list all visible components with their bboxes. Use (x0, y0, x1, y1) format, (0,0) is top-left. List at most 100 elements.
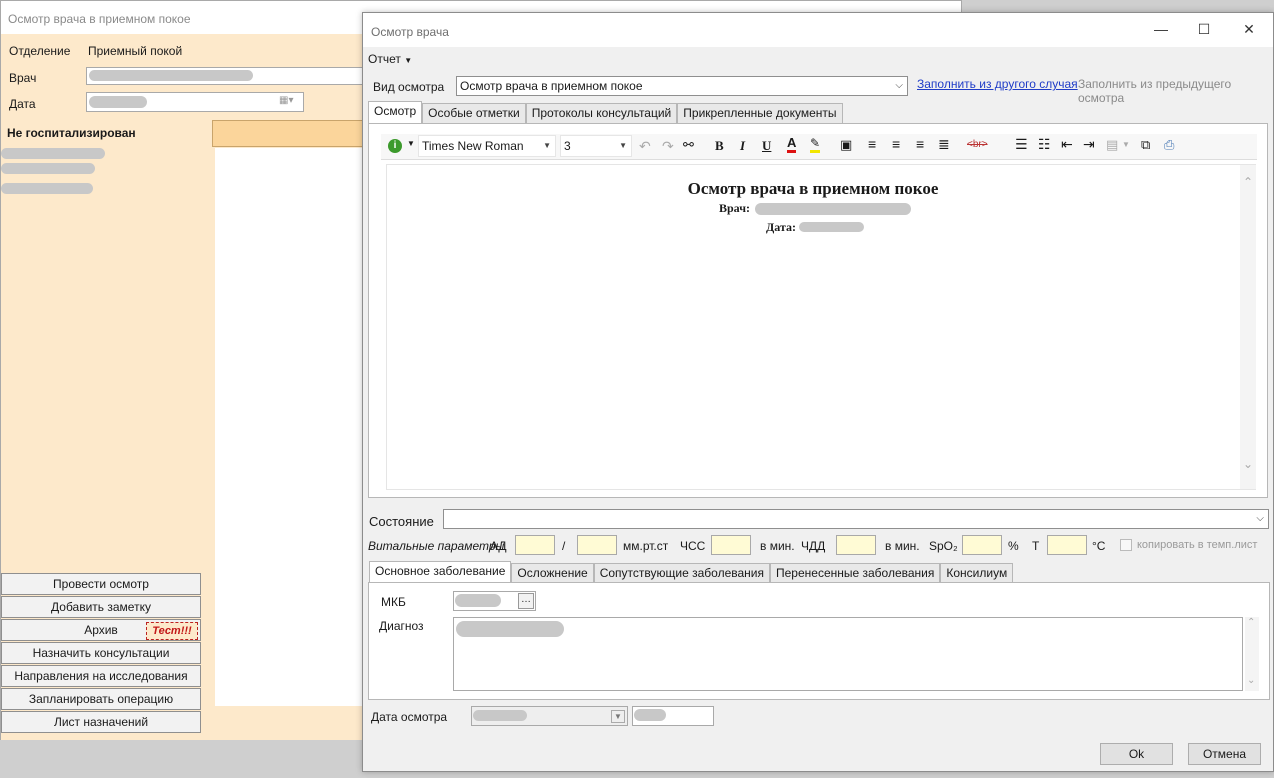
tab-main-disease[interactable]: Основное заболевание (369, 561, 512, 583)
bp-systolic-input[interactable] (515, 535, 555, 555)
chevron-down-icon: ⌵ (895, 80, 903, 91)
table-icon[interactable]: ▤ (1106, 137, 1118, 153)
document-doctor-label: Врач: (719, 201, 750, 215)
scroll-up-icon[interactable]: ⌃ (1243, 175, 1253, 189)
plan-operation-button[interactable]: Запланировать операцию (1, 688, 201, 710)
assign-consultations-button[interactable]: Назначить консультации (1, 642, 201, 664)
fill-from-previous-exam-link[interactable]: Заполнить из предыдущего осмотра (1078, 77, 1273, 105)
outdent-icon[interactable]: ⇤ (1061, 136, 1073, 153)
align-right-icon[interactable]: ≡ (916, 136, 924, 152)
date-field[interactable]: ▦▾ (86, 92, 304, 112)
font-size-select[interactable]: 3 ▼ (560, 135, 632, 157)
tab-exam[interactable]: Осмотр (368, 101, 423, 123)
tab-concomitant-diseases[interactable]: Сопутствующие заболевания (593, 563, 770, 583)
add-note-button[interactable]: Добавить заметку (1, 596, 201, 618)
highlight-icon[interactable]: ✎ (810, 136, 821, 153)
image-icon[interactable]: ▣ (840, 137, 852, 153)
report-menu[interactable]: Отчет ▼ (368, 52, 412, 66)
conduct-exam-button[interactable]: Провести осмотр (1, 573, 201, 595)
redacted-info-3 (1, 183, 93, 194)
tab-consultation-protocols[interactable]: Протоколы консультаций (525, 103, 678, 123)
bullet-list-icon[interactable]: ☷ (1038, 136, 1051, 153)
chevron-down-icon[interactable]: ▼ (1122, 140, 1130, 149)
tab-attached-documents[interactable]: Прикрепленные документы (677, 103, 843, 123)
mkb-field[interactable]: … (453, 591, 536, 611)
redacted-document-date (799, 222, 864, 232)
scroll-down-icon[interactable]: ⌄ (1243, 457, 1253, 471)
tab-special-notes[interactable]: Особые отметки (422, 103, 526, 123)
redacted-doctor (89, 70, 253, 81)
report-menu-label: Отчет (368, 52, 401, 66)
prescriptions-sheet-button[interactable]: Лист назначений (1, 711, 201, 733)
chevron-down-icon[interactable]: ▼ (407, 139, 415, 148)
copy-to-temp-sheet-label: копировать в темп.лист (1137, 539, 1258, 551)
heart-rate-input[interactable] (711, 535, 751, 555)
calendar-icon[interactable]: ▦▾ (279, 95, 293, 106)
minimize-icon[interactable]: — (1151, 21, 1171, 37)
numbered-list-icon[interactable]: ☰ (1015, 136, 1028, 153)
editor-panel: i ▼ Times New Roman ▼ 3 ▼ ↶ ↷ ⚯ B I U A … (368, 123, 1268, 498)
doctor-exam-dialog: Осмотр врача — ☐ ✕ Отчет ▼ Вид осмотра О… (362, 12, 1274, 772)
italic-icon[interactable]: I (740, 138, 745, 154)
redacted-document-doctor (755, 203, 911, 215)
exam-time-field[interactable] (632, 706, 714, 726)
state-select[interactable]: ⌵ (443, 509, 1269, 529)
exam-date-select[interactable]: ▼ (471, 706, 628, 726)
indent-icon[interactable]: ⇥ (1083, 136, 1095, 153)
bp-slash: / (562, 539, 566, 553)
exam-date-label: Дата осмотра (371, 710, 448, 724)
doctor-field[interactable] (86, 67, 363, 85)
events-list (215, 148, 363, 706)
tab-past-diseases[interactable]: Перенесенные заболевания (770, 563, 941, 583)
exam-tabs: Осмотр Особые отметки Протоколы консульт… (368, 101, 843, 125)
redacted-date (89, 96, 147, 108)
redacted-info-2 (1, 163, 95, 174)
document-date-label: Дата: (766, 220, 796, 234)
tab-consilium[interactable]: Консилиум (940, 563, 1014, 583)
exam-type-select[interactable]: Осмотр врача в приемном покое ⌵ (456, 76, 908, 96)
find-icon[interactable]: ⚯ (683, 137, 694, 153)
redacted-info-1 (1, 148, 105, 159)
tab-complication[interactable]: Осложнение (511, 563, 594, 583)
scroll-up-icon[interactable]: ⌃ (1247, 617, 1255, 628)
copy-to-temp-sheet-checkbox[interactable] (1120, 539, 1132, 551)
exam-type-label: Вид осмотра (373, 80, 445, 94)
info-icon[interactable]: i (388, 139, 402, 153)
resp-rate-input[interactable] (836, 535, 876, 555)
redo-icon[interactable]: ↷ (662, 138, 674, 155)
font-color-icon[interactable]: A (787, 136, 797, 153)
cancel-button[interactable]: Отмена (1188, 743, 1261, 765)
chevron-down-icon[interactable]: ▼ (611, 710, 625, 723)
diagnosis-scrollbar[interactable]: ⌃ ⌄ (1245, 617, 1259, 691)
ok-button[interactable]: Ok (1100, 743, 1173, 765)
close-icon[interactable]: ✕ (1239, 21, 1259, 38)
bp-diastolic-input[interactable] (577, 535, 617, 555)
heart-rate-label: ЧСС (680, 539, 706, 553)
maximize-icon[interactable]: ☐ (1194, 21, 1214, 38)
bold-icon[interactable]: B (715, 138, 724, 154)
research-referrals-button[interactable]: Направления на исследования (1, 665, 201, 687)
scroll-down-icon[interactable]: ⌄ (1247, 675, 1255, 686)
bp-label: АД (490, 539, 507, 553)
dialog-title: Осмотр врача (371, 25, 449, 39)
test-badge: Тест!!! (146, 622, 198, 640)
undo-icon[interactable]: ↶ (639, 138, 651, 155)
font-family-select[interactable]: Times New Roman ▼ (418, 135, 556, 157)
document-scrollbar[interactable]: ⌃ ⌄ (1240, 165, 1256, 489)
line-break-icon[interactable]: <br> (967, 139, 988, 150)
fill-from-other-case-link[interactable]: Заполнить из другого случая (917, 77, 1078, 91)
align-justify-icon[interactable]: ≣ (938, 136, 950, 153)
align-left-icon[interactable]: ≡ (868, 136, 876, 152)
diagnosis-textarea[interactable] (453, 617, 1243, 691)
print-icon[interactable]: ⎙ (1164, 137, 1174, 153)
copy-icon[interactable]: ⧉ (1141, 137, 1150, 153)
spo2-input[interactable] (962, 535, 1002, 555)
align-center-icon[interactable]: ≡ (892, 136, 900, 152)
redacted-mkb (455, 594, 501, 607)
mkb-browse-button[interactable]: … (518, 593, 534, 609)
temperature-input[interactable] (1047, 535, 1087, 555)
document-area[interactable]: Осмотр врача в приемном покое Врач: Дата… (386, 164, 1256, 490)
spo2-unit: % (1008, 539, 1019, 553)
underline-icon[interactable]: U (762, 138, 771, 154)
department-value: Приемный покой (88, 44, 183, 58)
